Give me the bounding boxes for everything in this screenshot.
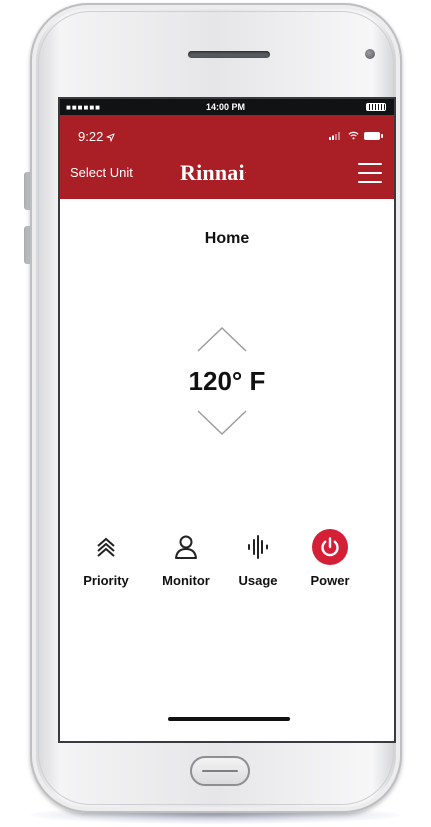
- brand-mark: .: [244, 170, 247, 175]
- front-camera: [365, 49, 375, 59]
- status-time: 9:22: [78, 129, 115, 145]
- app-header: 9:22 Select Unit Rinnai.: [60, 115, 394, 199]
- device-home-button[interactable]: [190, 756, 250, 786]
- status-time-text: 9:22: [78, 129, 104, 144]
- hamburger-menu-icon[interactable]: [358, 161, 382, 185]
- person-icon: [175, 535, 197, 559]
- power-button[interactable]: Power: [290, 529, 370, 589]
- status-icons: [329, 131, 383, 140]
- power-icon: [321, 537, 339, 557]
- temperature-down-chevron-icon[interactable]: [196, 409, 248, 437]
- monitor-label: Monitor: [162, 573, 210, 588]
- priority-label: Priority: [83, 573, 129, 588]
- battery-icon: [364, 131, 383, 140]
- usage-button[interactable]: Usage: [218, 529, 298, 589]
- simulator-battery-icon: [366, 103, 386, 111]
- waveform-icon: [248, 535, 268, 559]
- earpiece-speaker: [188, 51, 270, 58]
- wifi-icon: [348, 131, 359, 140]
- brand-name: Rinnai: [180, 160, 245, 185]
- simulator-clock: 14:00 PM: [206, 102, 246, 112]
- home-indicator[interactable]: [168, 717, 290, 721]
- screenshot-stage: ■■■■■■ 14:00 PM 9:22 Select Unit Rinnai.…: [0, 0, 431, 827]
- carrier-signal-dots: ■■■■■■: [66, 103, 101, 112]
- double-chevron-up-icon: [97, 537, 115, 557]
- app-screen: ■■■■■■ 14:00 PM 9:22 Select Unit Rinnai.…: [58, 97, 396, 743]
- page-title: Home: [204, 230, 250, 247]
- temperature-value: 120° F: [188, 366, 266, 396]
- priority-button[interactable]: Priority: [66, 529, 146, 589]
- action-bar: Priority Monitor Usage Power: [60, 529, 394, 599]
- temperature-up-chevron-icon[interactable]: [196, 325, 248, 353]
- monitor-button[interactable]: Monitor: [146, 529, 226, 589]
- cellular-signal-icon: [329, 132, 340, 140]
- power-label: Power: [310, 573, 350, 588]
- brand-logo: Rinnai.: [180, 161, 246, 185]
- usage-label: Usage: [238, 573, 278, 588]
- simulator-status-bar: ■■■■■■ 14:00 PM: [60, 99, 394, 115]
- power-button-circle: [312, 529, 348, 565]
- location-arrow-icon: [106, 132, 115, 142]
- select-unit-button[interactable]: Select Unit: [70, 165, 133, 181]
